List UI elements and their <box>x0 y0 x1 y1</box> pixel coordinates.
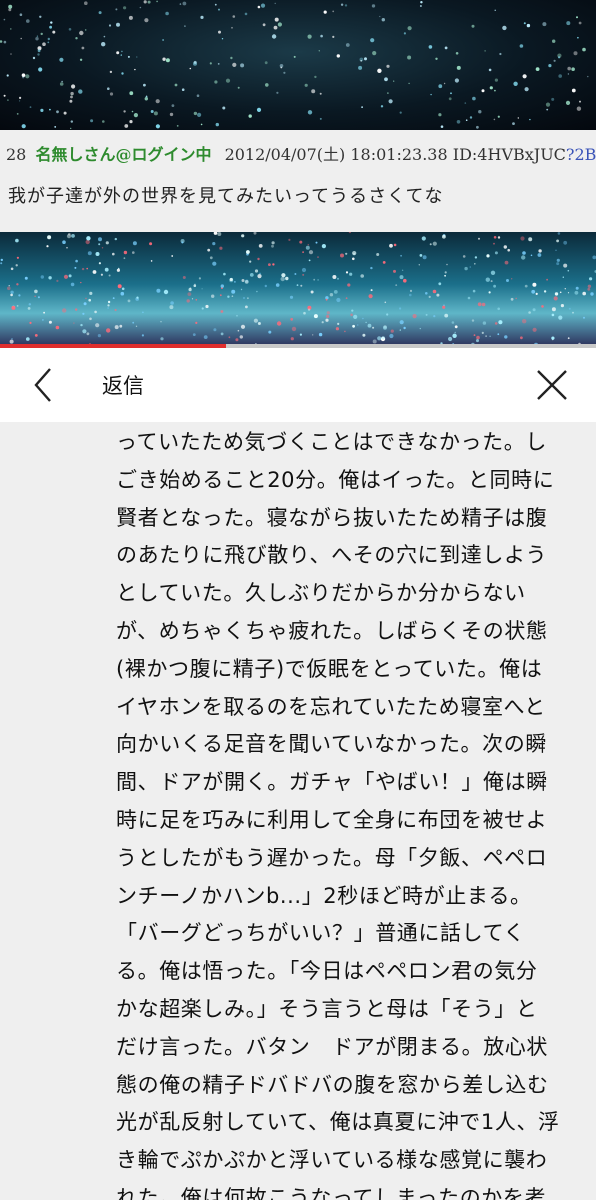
text-line: イヤホンを取るのを忘れていたため寝室へと <box>116 694 546 719</box>
post-id: ID:4HVBxJUC <box>452 145 566 164</box>
post-name: 名無しさん@ログイン中 <box>35 145 212 164</box>
close-button[interactable] <box>534 367 570 403</box>
starfield-bottom <box>0 230 596 348</box>
text-line: ごき始めること20分。俺はイった。と同時に <box>116 467 555 492</box>
text-line: うとしたがもう遅かった。母「夕飯、ペペロ <box>116 845 548 870</box>
reply-header: 返信 <box>0 348 596 422</box>
video-frame[interactable]: 28 名無しさん@ログイン中 2012/04/07(土) 18:01:23.38… <box>0 0 596 348</box>
text-line: 「バーグどっちがいい？」普通に話してく <box>116 921 526 946</box>
text-line: 光が乱反射していて、俺は真夏に沖で1人、浮 <box>116 1110 560 1135</box>
text-line: 賢者となった。寝ながら抜いたため精子は腹 <box>116 505 548 530</box>
text-line: 向かいくる足音を聞いていなかった。次の瞬 <box>116 732 547 757</box>
text-line: のあたりに飛び散り、へその穴に到達しよう <box>116 543 548 568</box>
reply-text: っていたため気づくことはできなかった。し ごき始めること20分。俺はイった。と同時… <box>116 424 576 1200</box>
starfield-top <box>0 0 589 130</box>
text-line: としていた。久しぶりだからか分からない <box>116 581 526 606</box>
text-line: れた。俺は何故こうなってしまったのかを考 <box>116 1185 547 1200</box>
close-icon <box>537 370 567 400</box>
back-button[interactable] <box>28 366 60 404</box>
starry-video-top <box>0 0 596 130</box>
text-line: が、めちゃくちゃ疲れた。しばらくその状態 <box>116 618 548 643</box>
post-be-link[interactable]: ?2BP(0) <box>566 145 596 164</box>
post-header: 28 名無しさん@ログイン中 2012/04/07(土) 18:01:23.38… <box>6 141 596 165</box>
text-line: 間、ドアが開く。ガチャ「やばい！」俺は瞬 <box>116 770 548 795</box>
reply-content[interactable]: っていたため気づくことはできなかった。し ごき始めること20分。俺はイった。と同時… <box>0 422 596 1200</box>
text-line: かな超楽しみ。」そう言うと母は「そう」と <box>116 996 538 1021</box>
text-line: だけ言った。バタン ドアが閉まる。放心状 <box>116 1034 548 1059</box>
text-line: る。俺は悟った。「今日はペペロン君の気分 <box>116 959 538 984</box>
post-number: 28 <box>6 145 27 164</box>
text-line: 時に足を巧みに利用して全身に布団を被せよ <box>116 807 548 832</box>
post-datetime: 2012/04/07(土) 18:01:23.38 <box>224 145 448 164</box>
text-line: き輪でぷかぷかと浮いている様な感覚に襲わ <box>116 1148 548 1173</box>
text-line: ンチーノかハンb...」2秒ほど時が止まる。 <box>116 883 532 908</box>
text-line: (裸かつ腹に精子)で仮眠をとっていた。俺は <box>116 656 543 681</box>
reply-title: 返信 <box>102 374 144 398</box>
post-body: 我が子達が外の世界を見てみたいってうるさくてな <box>8 186 444 207</box>
starry-video-bottom <box>0 230 596 348</box>
text-line: 態の俺の精子ドバドバの腹を窓から差し込む <box>116 1072 549 1097</box>
chevron-left-icon <box>34 368 51 402</box>
bbs-post: 28 名無しさん@ログイン中 2012/04/07(土) 18:01:23.38… <box>0 130 596 232</box>
text-line: っていたため気づくことはできなかった。し <box>116 430 547 454</box>
